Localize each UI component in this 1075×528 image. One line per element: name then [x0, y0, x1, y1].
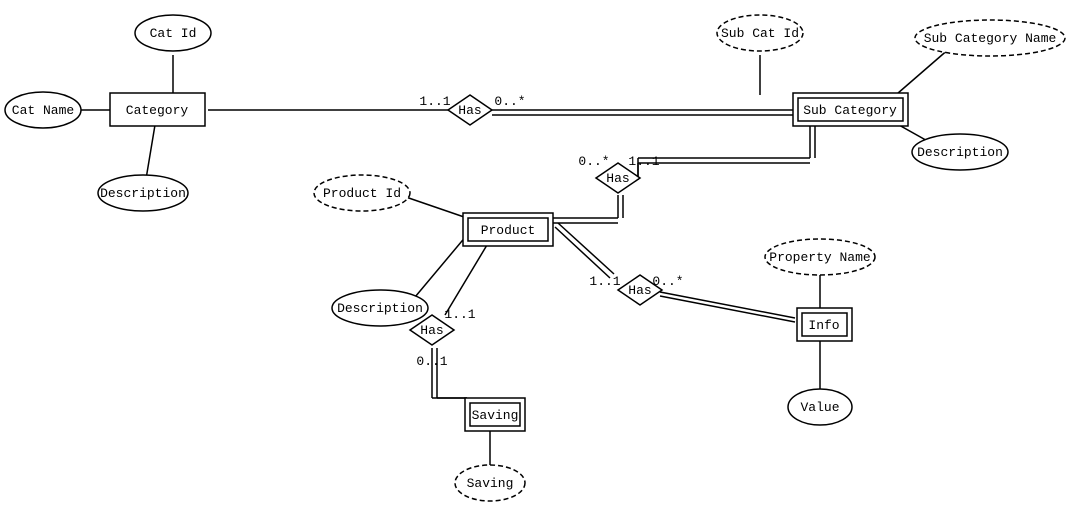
entity-saving-label: Saving — [472, 408, 519, 423]
card-has2-left: 0..* — [578, 154, 609, 169]
attr-cat-id-label: Cat Id — [150, 26, 197, 41]
card-has3-left: 1..1 — [589, 274, 620, 289]
er-diagram: Category Sub Category Product Info Savin… — [0, 0, 1075, 524]
line-prod-has3-1 — [555, 227, 610, 278]
rel-has4-label: Has — [420, 323, 443, 338]
card-has4-top: 1..1 — [444, 307, 475, 322]
line-has3-info-1 — [660, 292, 795, 318]
entity-category-label: Category — [126, 103, 189, 118]
card-has3-right: 0..* — [652, 274, 683, 289]
attr-prod-desc-label: Description — [337, 301, 423, 316]
rel-has2-label: Has — [606, 171, 629, 186]
card-has1-left: 1..1 — [419, 94, 450, 109]
entity-product-label: Product — [481, 223, 536, 238]
card-has1-right: 0..* — [494, 94, 525, 109]
line-prod-has3-2 — [558, 223, 614, 274]
line-prod-has4 — [445, 245, 487, 315]
attr-sub-desc-label: Description — [917, 145, 1003, 160]
line-has3-info-2 — [660, 296, 795, 322]
rel-has3-label: Has — [628, 283, 651, 298]
attr-prop-name-label: Property Name — [769, 250, 870, 265]
attr-saving-label: Saving — [467, 476, 514, 491]
attr-product-id-label: Product Id — [323, 186, 401, 201]
attr-sub-cat-name-label: Sub Category Name — [924, 31, 1057, 46]
attr-sub-cat-id-label: Sub Cat Id — [721, 26, 799, 41]
line-prod-id — [400, 195, 467, 218]
attr-value-label: Value — [800, 400, 839, 415]
line-sub-cat-name — [890, 48, 950, 100]
rel-has1-label: Has — [458, 103, 481, 118]
attr-cat-name-label: Cat Name — [12, 103, 74, 118]
card-has2-right: 1..1 — [628, 154, 659, 169]
entity-sub-category-label: Sub Category — [803, 103, 897, 118]
card-has4-bottom: 0..1 — [416, 354, 447, 369]
entity-info-label: Info — [808, 318, 839, 333]
attr-cat-desc-label: Description — [100, 186, 186, 201]
